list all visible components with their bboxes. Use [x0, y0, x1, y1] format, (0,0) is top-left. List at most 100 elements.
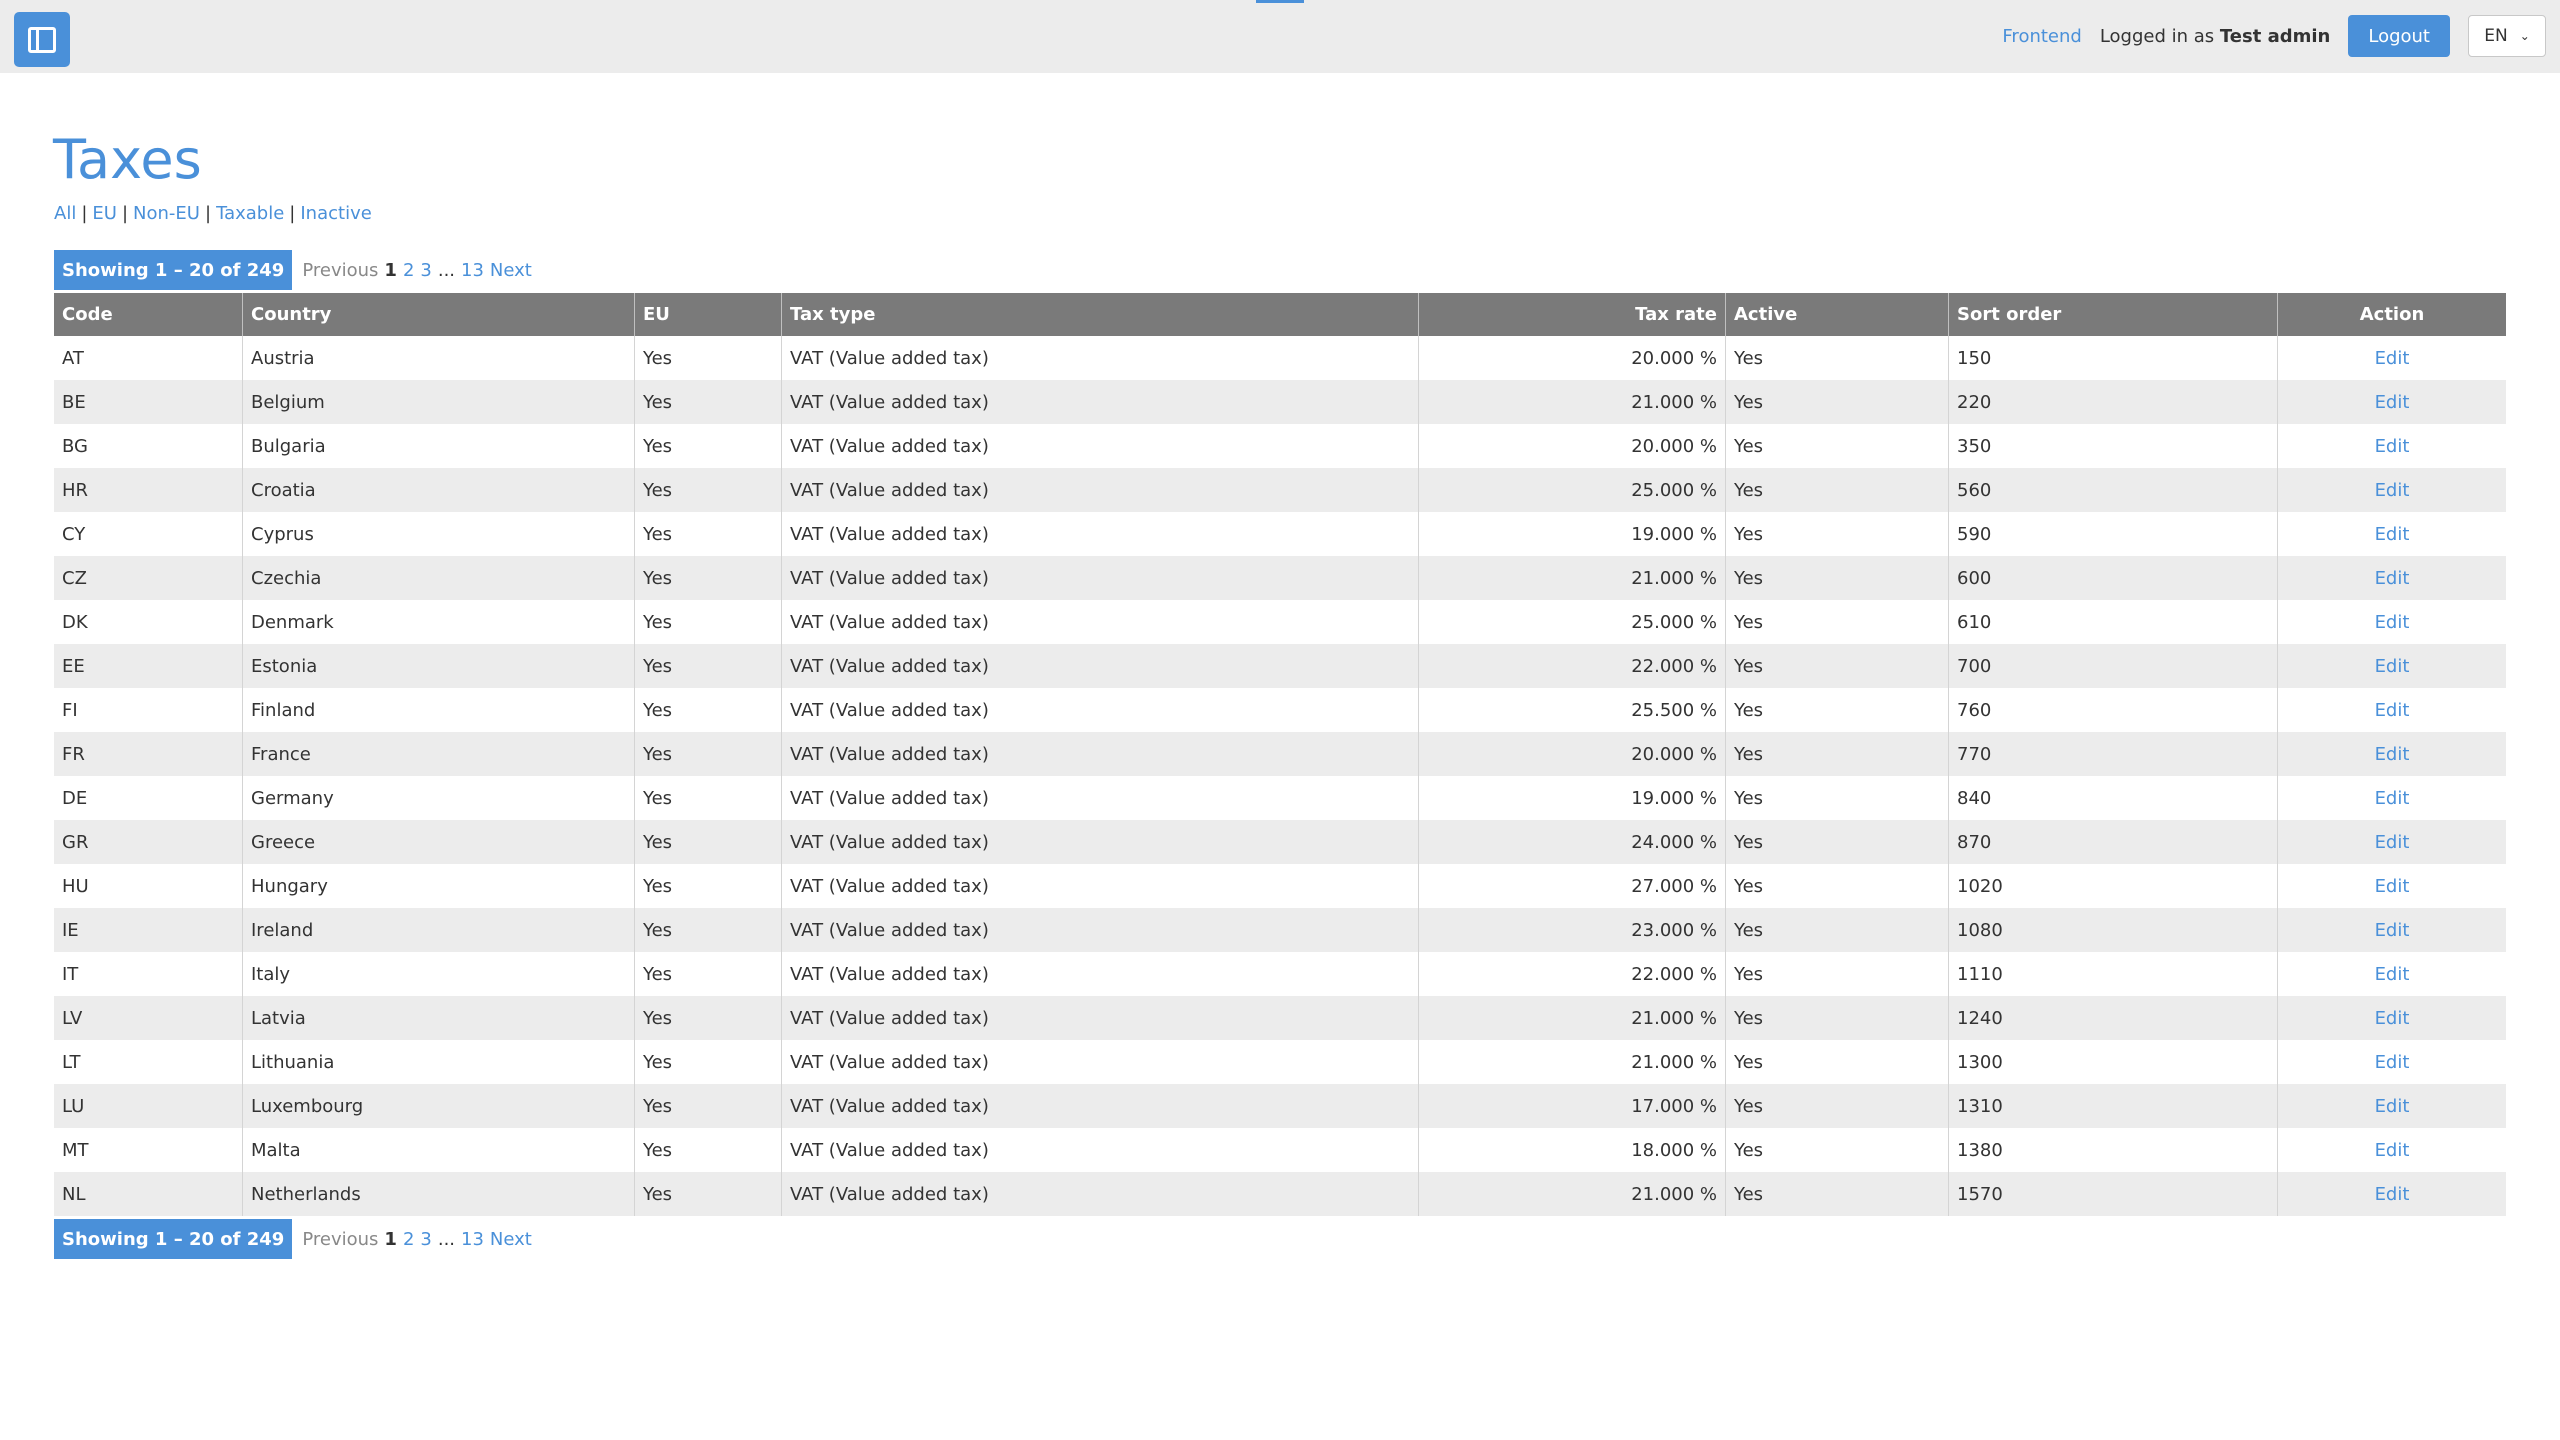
- cell-eu: Yes: [634, 556, 782, 600]
- cell-tax-type: VAT (Value added tax): [781, 1172, 1419, 1216]
- cell-eu: Yes: [634, 512, 782, 556]
- cell-country: Latvia: [242, 996, 635, 1040]
- cell-eu: Yes: [634, 820, 782, 864]
- page-link[interactable]: 13: [461, 260, 484, 281]
- edit-link[interactable]: Edit: [2277, 1172, 2506, 1216]
- edit-link[interactable]: Edit: [2278, 864, 2507, 908]
- cell-tax-type: VAT (Value added tax): [781, 952, 1419, 996]
- cell-active: Yes: [1725, 908, 1949, 952]
- cell-country: Malta: [242, 1128, 635, 1172]
- cell-code: EE: [54, 644, 243, 688]
- page-link[interactable]: 2: [403, 1229, 414, 1250]
- cell-sort-order: 560: [1948, 468, 2278, 512]
- cell-code: HR: [54, 468, 243, 512]
- column-header-code[interactable]: Code: [54, 293, 243, 336]
- cell-tax-type: VAT (Value added tax): [781, 996, 1419, 1040]
- cell-eu: Yes: [634, 952, 782, 996]
- edit-link[interactable]: Edit: [2277, 908, 2506, 952]
- cell-code: AT: [54, 336, 243, 380]
- table-row: BG Bulgaria Yes VAT (Value added tax) 20.000…: [54, 424, 2506, 468]
- next-page[interactable]: Next: [490, 260, 532, 281]
- filter-taxable[interactable]: Taxable: [216, 203, 284, 224]
- cell-tax-type: VAT (Value added tax): [781, 1128, 1419, 1172]
- cell-code: CY: [54, 512, 243, 556]
- cell-country: Finland: [242, 688, 635, 732]
- cell-active: Yes: [1725, 820, 1949, 864]
- cell-tax-rate: 23.000 %: [1418, 908, 1726, 952]
- cell-country: Croatia: [242, 468, 635, 512]
- table-row: LV Latvia Yes VAT (Value added tax) 21.000 %…: [54, 996, 2506, 1040]
- edit-link[interactable]: Edit: [2277, 732, 2506, 776]
- edit-link[interactable]: Edit: [2278, 512, 2507, 556]
- table-row: LT Lithuania Yes VAT (Value added tax) 21.00…: [54, 1040, 2506, 1084]
- cell-tax-type: VAT (Value added tax): [781, 336, 1419, 380]
- cell-tax-type: VAT (Value added tax): [781, 732, 1419, 776]
- page-link[interactable]: 3: [420, 1229, 431, 1250]
- edit-link[interactable]: Edit: [2277, 996, 2506, 1040]
- cell-code: GR: [54, 820, 243, 864]
- cell-country: Netherlands: [242, 1172, 635, 1216]
- cell-country: Greece: [242, 820, 635, 864]
- cell-code: HU: [54, 864, 243, 908]
- edit-link[interactable]: Edit: [2277, 380, 2506, 424]
- cell-tax-rate: 17.000 %: [1418, 1084, 1726, 1128]
- column-header-tax-type[interactable]: Tax type: [781, 293, 1419, 336]
- column-header-eu[interactable]: EU: [634, 293, 782, 336]
- column-header-sort-order[interactable]: Sort order: [1948, 293, 2278, 336]
- cell-eu: Yes: [634, 468, 782, 512]
- page-link[interactable]: 3: [420, 260, 431, 281]
- edit-link[interactable]: Edit: [2277, 644, 2506, 688]
- edit-link[interactable]: Edit: [2278, 776, 2507, 820]
- edit-link[interactable]: Edit: [2278, 1128, 2507, 1172]
- edit-link[interactable]: Edit: [2277, 820, 2506, 864]
- column-header-active[interactable]: Active: [1725, 293, 1949, 336]
- table-row: CZ Czechia Yes VAT (Value added tax) 21.000 …: [54, 556, 2506, 600]
- edit-link[interactable]: Edit: [2278, 600, 2507, 644]
- table-row: FI Finland Yes VAT (Value added tax) 25.500 …: [54, 688, 2506, 732]
- cell-tax-type: VAT (Value added tax): [781, 556, 1419, 600]
- filter-all[interactable]: All: [54, 203, 76, 224]
- edit-link[interactable]: Edit: [2277, 468, 2506, 512]
- cell-tax-type: VAT (Value added tax): [781, 1040, 1419, 1084]
- cell-country: Bulgaria: [242, 424, 635, 468]
- cell-sort-order: 1110: [1948, 952, 2278, 996]
- column-header-country[interactable]: Country: [242, 293, 635, 336]
- cell-country: Luxembourg: [242, 1084, 635, 1128]
- page-link[interactable]: 2: [403, 260, 414, 281]
- language-select[interactable]: EN ⌄: [2468, 15, 2546, 57]
- filter-eu[interactable]: EU: [92, 203, 117, 224]
- edit-link[interactable]: Edit: [2278, 336, 2507, 380]
- cell-code: IE: [54, 908, 243, 952]
- cell-tax-type: VAT (Value added tax): [781, 864, 1419, 908]
- frontend-link[interactable]: Frontend: [2002, 26, 2081, 47]
- edit-link[interactable]: Edit: [2278, 952, 2507, 996]
- page-link[interactable]: 13: [461, 1229, 484, 1250]
- cell-tax-rate: 24.000 %: [1418, 820, 1726, 864]
- cell-sort-order: 1300: [1948, 1040, 2278, 1084]
- sidebar-toggle-button[interactable]: [14, 12, 70, 67]
- cell-code: BE: [54, 380, 243, 424]
- filter-inactive[interactable]: Inactive: [300, 203, 371, 224]
- sidebar-icon: [28, 27, 56, 53]
- cell-tax-rate: 27.000 %: [1418, 864, 1726, 908]
- edit-link[interactable]: Edit: [2277, 1084, 2506, 1128]
- cell-tax-rate: 25.500 %: [1418, 688, 1726, 732]
- edit-link[interactable]: Edit: [2278, 688, 2507, 732]
- cell-eu: Yes: [634, 908, 782, 952]
- filter-non-eu[interactable]: Non-EU: [133, 203, 200, 224]
- edit-link[interactable]: Edit: [2278, 1040, 2507, 1084]
- cell-country: Austria: [242, 336, 635, 380]
- cell-tax-rate: 21.000 %: [1418, 996, 1726, 1040]
- cell-tax-rate: 20.000 %: [1418, 336, 1726, 380]
- column-header-tax-rate[interactable]: Tax rate: [1418, 293, 1726, 336]
- edit-link[interactable]: Edit: [2277, 556, 2506, 600]
- edit-link[interactable]: Edit: [2278, 424, 2507, 468]
- taxes-table: Code Country EU Tax type Tax rate Active…: [54, 293, 2506, 1216]
- cell-active: Yes: [1725, 468, 1949, 512]
- table-row: IT Italy Yes VAT (Value added tax) 22.000 % Y…: [54, 952, 2506, 996]
- logout-button[interactable]: Logout: [2348, 15, 2450, 57]
- cell-eu: Yes: [634, 600, 782, 644]
- next-page[interactable]: Next: [490, 1229, 532, 1250]
- cell-tax-rate: 18.000 %: [1418, 1128, 1726, 1172]
- cell-code: LT: [54, 1040, 243, 1084]
